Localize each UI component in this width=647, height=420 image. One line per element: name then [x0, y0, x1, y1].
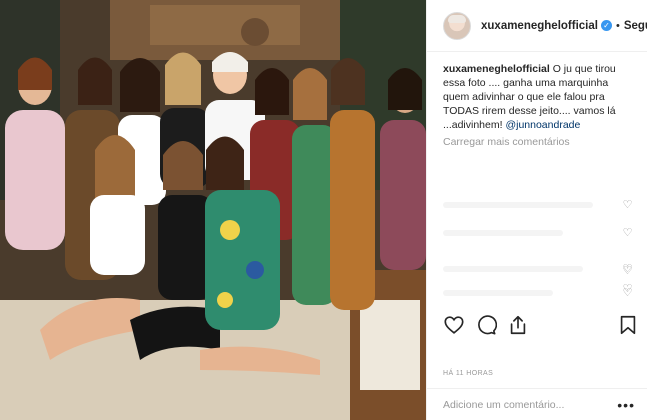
- post-caption: xuxameneghelofficial O ju que tirou essa…: [443, 62, 631, 132]
- blurred-comment: [443, 290, 553, 296]
- verified-badge-icon: ✓: [600, 20, 612, 31]
- load-more-comments-button[interactable]: Carregar mais comentários: [443, 136, 631, 148]
- small-heart-icon[interactable]: ♡: [622, 200, 633, 211]
- blurred-comment: [443, 202, 593, 208]
- blurred-comment: [443, 266, 583, 272]
- username-link[interactable]: xuxameneghelofficial: [481, 20, 598, 32]
- avatar[interactable]: [443, 11, 471, 40]
- caption-mention[interactable]: @junnoandrade: [505, 119, 580, 131]
- post-header: xuxameneghelofficial ✓ • Seguindo: [427, 0, 647, 52]
- comment-bubble-icon[interactable]: [475, 314, 497, 336]
- caption-username[interactable]: xuxameneghelofficial: [443, 63, 550, 75]
- bookmark-icon[interactable]: [617, 314, 639, 336]
- post-actions: [443, 312, 639, 338]
- separator-dot: •: [615, 19, 620, 32]
- following-button[interactable]: Seguindo: [624, 20, 647, 32]
- add-comment-input[interactable]: [443, 398, 618, 411]
- share-icon[interactable]: [507, 314, 529, 336]
- blurred-comment: [443, 230, 563, 236]
- comments-section: xuxameneghelofficial O ju que tirou essa…: [427, 52, 647, 307]
- small-heart-icon[interactable]: ♡: [622, 266, 633, 277]
- small-heart-icon[interactable]: ♡: [622, 284, 633, 295]
- add-comment-bar: •••: [427, 388, 647, 420]
- group-photo-illustration: [0, 0, 426, 420]
- post-timestamp[interactable]: HÁ 11 HORAS: [443, 370, 493, 377]
- heart-icon[interactable]: [443, 314, 465, 336]
- post-details-panel: xuxameneghelofficial ✓ • Seguindo xuxame…: [426, 0, 647, 420]
- small-heart-icon[interactable]: ♡: [622, 228, 633, 239]
- more-options-icon[interactable]: •••: [617, 398, 635, 412]
- post-photo[interactable]: [0, 0, 426, 420]
